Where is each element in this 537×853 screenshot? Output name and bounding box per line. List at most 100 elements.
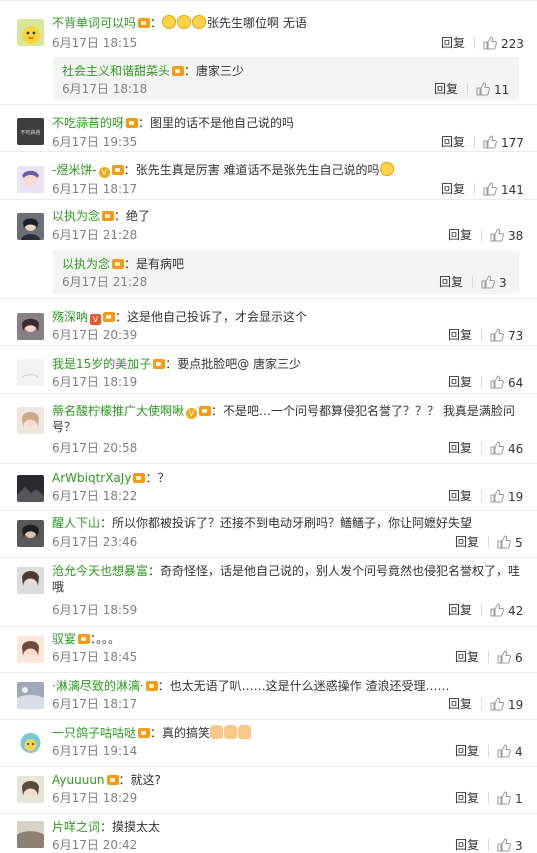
reply-button[interactable]: 回复 [448, 603, 472, 617]
clap-icon [224, 725, 238, 739]
like-count: 5 [515, 536, 523, 550]
username-link[interactable]: 一只鸽子咕咕哒 [52, 726, 136, 740]
username-link[interactable]: 社会主义和谐甜菜头 [62, 64, 170, 78]
reply-button[interactable]: 回复 [448, 489, 472, 503]
like-button[interactable]: 11 [476, 82, 509, 97]
member-badge-icon [126, 118, 139, 128]
divider [481, 376, 482, 388]
verified-icon: V [186, 408, 198, 419]
timestamp: 6月17日 18:17 [52, 697, 138, 711]
username-link[interactable]: 我是15岁的美加子 [52, 357, 151, 371]
username-link[interactable]: 驭宴 [52, 632, 76, 646]
username-link[interactable]: 以执为念 [52, 209, 100, 223]
username-link[interactable]: 不吃蒜苔的呀 [52, 116, 124, 130]
username-link[interactable]: -煜米饼- [52, 163, 97, 177]
like-count: 177 [501, 136, 524, 150]
username-link[interactable]: 醒人下山 [52, 516, 100, 530]
username-link[interactable]: 蒂名酸柠檬推广大使啊啾 [52, 404, 184, 418]
like-button[interactable]: 64 [490, 375, 523, 390]
like-button[interactable]: 19 [490, 489, 523, 504]
like-count: 38 [508, 229, 524, 243]
member-badge-icon [112, 259, 125, 269]
like-button[interactable]: 177 [483, 135, 524, 150]
avatar[interactable]: 不吃蒜苔 [17, 118, 44, 145]
avatar[interactable] [17, 475, 44, 502]
username-link[interactable]: ·淋漓尽致的淋漓· [52, 679, 144, 693]
thumbs-up-icon [497, 535, 511, 549]
like-button[interactable]: 5 [497, 535, 523, 550]
thumbs-up-icon [483, 36, 497, 50]
like-count: 64 [508, 376, 524, 390]
reply-button[interactable]: 回复 [455, 535, 479, 549]
member-badge-icon [138, 18, 151, 28]
avatar[interactable] [17, 313, 44, 340]
reply-button[interactable]: 回复 [448, 441, 472, 455]
like-button[interactable]: 46 [490, 441, 523, 456]
like-count: 73 [508, 329, 524, 343]
thumbs-up-icon [497, 838, 511, 852]
like-button[interactable]: 73 [490, 328, 523, 343]
reply-button[interactable]: 回复 [448, 328, 472, 342]
reply-button[interactable]: 回复 [448, 375, 472, 389]
reply-button[interactable]: 回复 [439, 275, 463, 289]
like-button[interactable]: 3 [481, 275, 507, 290]
like-button[interactable]: 4 [497, 744, 523, 759]
timestamp: 6月17日 18:17 [52, 182, 138, 196]
avatar[interactable] [17, 19, 44, 46]
avatar[interactable] [17, 682, 44, 709]
comment-text: 绝了 [126, 209, 151, 223]
username-link[interactable]: Ayuuuun [52, 773, 105, 787]
username-link[interactable]: 沧允今天也想暴富 [52, 564, 148, 578]
reply-button[interactable]: 回复 [455, 838, 479, 852]
like-count: 19 [508, 698, 524, 712]
avatar[interactable] [17, 520, 44, 547]
like-button[interactable]: 1 [497, 791, 523, 806]
reply-button[interactable]: 回复 [455, 744, 479, 758]
comment-item: 沧允今天也想暴富：奇奇怪怪，话是他自己说的，别人发个问号竟然也侵犯名誉权了，哇哦… [0, 557, 537, 627]
username-link[interactable]: 殇深呐 [52, 310, 88, 324]
reply-button[interactable]: 回复 [441, 135, 465, 149]
like-button[interactable]: 42 [490, 603, 523, 618]
clap-icon [238, 725, 252, 739]
reply-button[interactable]: 回复 [448, 697, 472, 711]
avatar[interactable] [17, 821, 44, 848]
comment-item: 醒人下山：所以你都被投诉了？还接不到电动牙刷吗？鳝鳝子，你让阿嬷好失望 6月17… [0, 510, 537, 558]
comment-text: 所以你都被投诉了？还接不到电动牙刷吗？鳝鳝子，你让阿嬷好失望 [112, 516, 473, 530]
like-button[interactable]: 38 [490, 228, 523, 243]
emoji-icon [379, 162, 394, 176]
member-badge-icon [111, 165, 124, 175]
avatar[interactable] [17, 729, 44, 756]
reply-button[interactable]: 回复 [455, 650, 479, 664]
like-count: 19 [508, 490, 524, 504]
divider [474, 183, 475, 195]
reply-button[interactable]: 回复 [434, 82, 458, 96]
avatar[interactable] [17, 166, 44, 193]
username-link[interactable]: 不背单词可以吗 [52, 16, 136, 30]
comment-text: ？ [157, 471, 170, 485]
username-link[interactable]: ArWbiqtrXaJy [52, 471, 131, 485]
timestamp: 6月17日 19:14 [52, 744, 138, 758]
reply-button[interactable]: 回复 [441, 182, 465, 196]
avatar[interactable] [17, 567, 44, 594]
thumbs-up-icon [490, 441, 504, 455]
thumbs-up-icon [490, 328, 504, 342]
username-link[interactable]: 以执为念 [62, 257, 110, 271]
thumbs-up-icon [497, 744, 511, 758]
avatar[interactable] [17, 636, 44, 663]
avatar[interactable] [17, 213, 44, 240]
divider [467, 83, 468, 95]
like-button[interactable]: 223 [483, 36, 524, 51]
avatar[interactable] [17, 776, 44, 803]
avatar[interactable] [17, 359, 44, 386]
comment-item: 蒂名酸柠檬推广大使啊啾 V ：不是吧…一个问号都算侵犯名誉了？？？ 我真是满脸问号？… [0, 393, 537, 464]
like-button[interactable]: 6 [497, 650, 523, 665]
username-link[interactable]: 片咩之词 [52, 820, 100, 834]
reply-button[interactable]: 回复 [441, 36, 465, 50]
like-button[interactable]: 19 [490, 697, 523, 712]
comment-item: 驭宴：。。。 6月17日 18:45 回复 6 [0, 626, 537, 673]
divider [481, 329, 482, 341]
reply-button[interactable]: 回复 [455, 791, 479, 805]
avatar[interactable] [17, 407, 44, 434]
reply-button[interactable]: 回复 [448, 228, 472, 242]
like-button[interactable]: 141 [483, 182, 524, 197]
